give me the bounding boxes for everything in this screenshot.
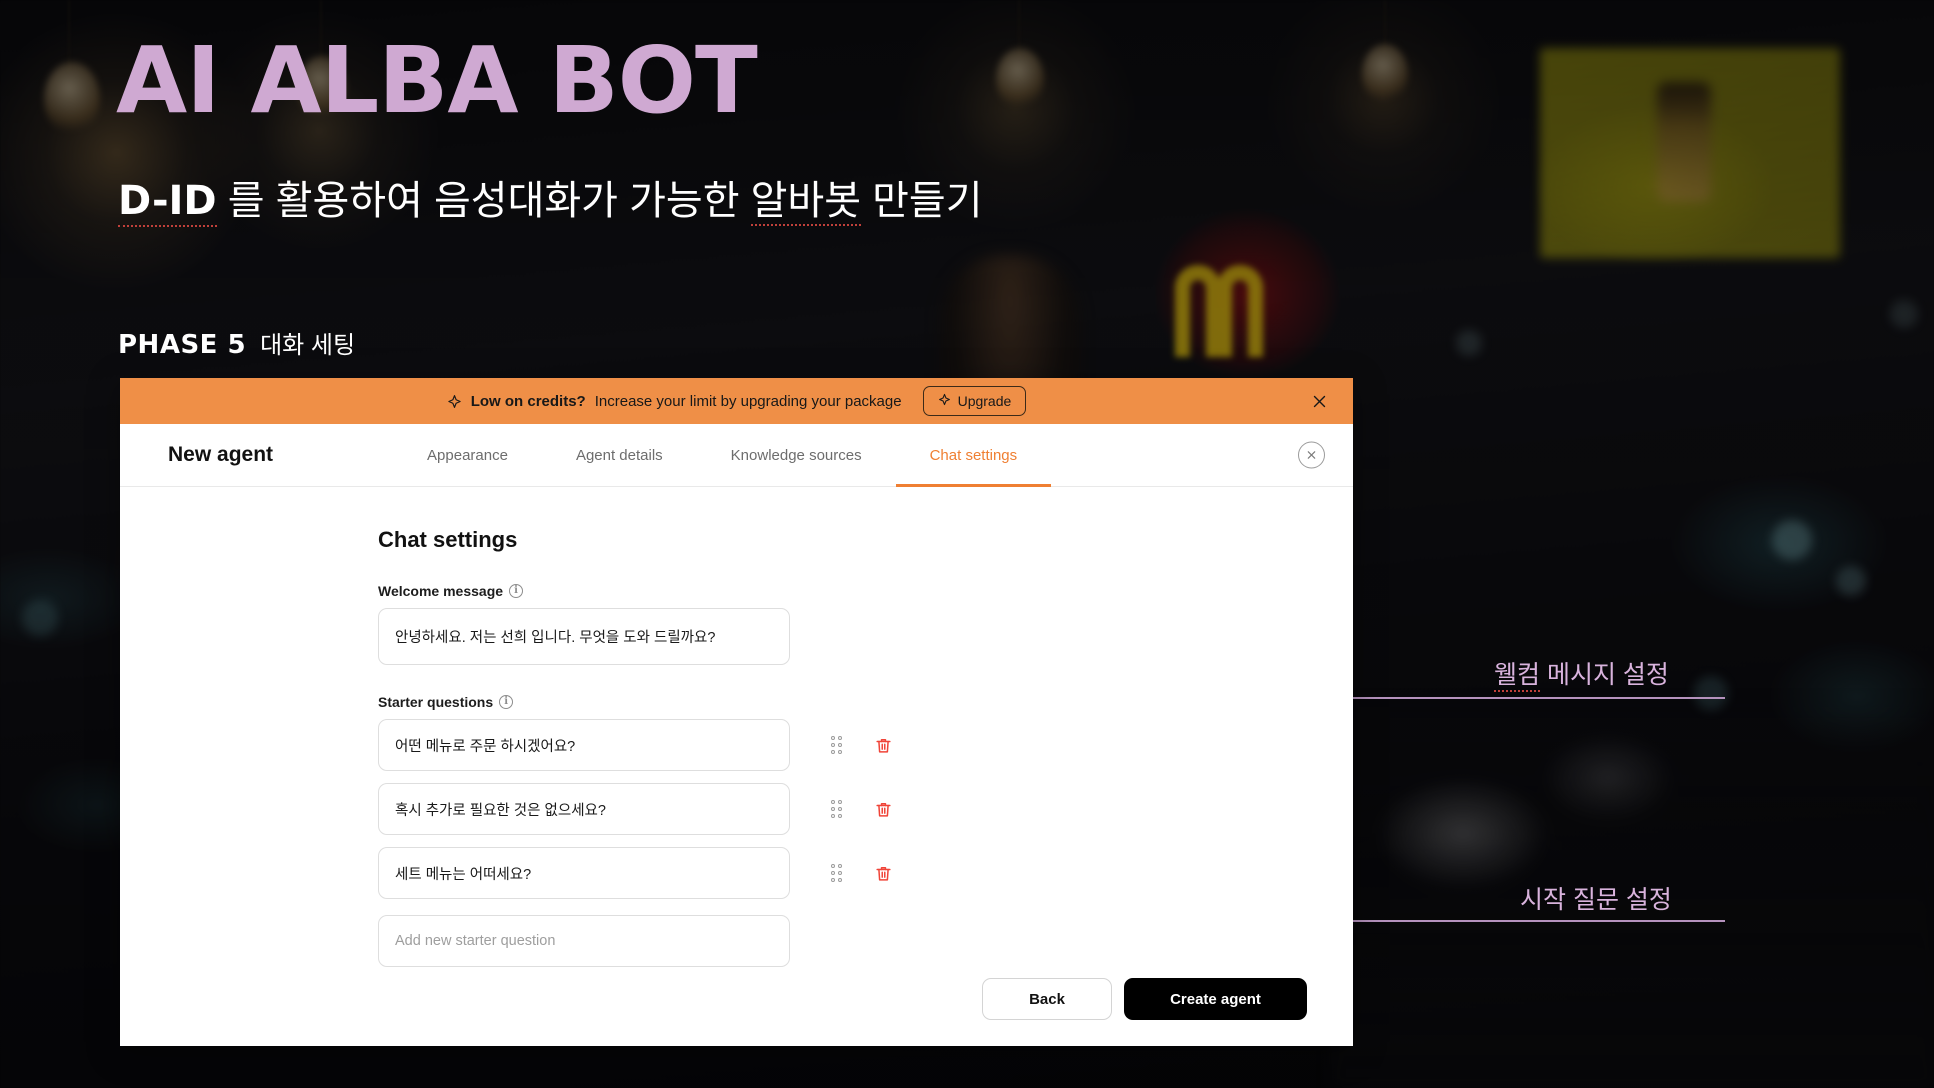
annotation-starter-questions: 시작 질문 설정 xyxy=(1520,880,1672,916)
welcome-message-value: 안녕하세요. 저는 선희 입니다. 무엇을 도와 드릴까요? xyxy=(395,630,716,646)
drag-handle-icon[interactable] xyxy=(814,736,858,754)
add-starter-question-row: Add new starter question xyxy=(378,915,1098,967)
back-button[interactable]: Back xyxy=(982,978,1112,1020)
info-icon[interactable]: i xyxy=(509,584,524,598)
upgrade-button[interactable]: Upgrade xyxy=(922,386,1027,416)
starter-question-value: 세트 메뉴는 어떠세요? xyxy=(395,866,532,883)
tab-agent-details-label: Agent details xyxy=(575,446,663,464)
phase-line: PHASE 5 대화 세팅 xyxy=(118,325,355,360)
trash-icon[interactable] xyxy=(866,864,900,883)
drag-handle-icon[interactable] xyxy=(814,864,858,882)
tab-list: Appearance Agent details Knowledge sourc… xyxy=(393,424,1052,487)
create-agent-button[interactable]: Create agent xyxy=(1124,978,1307,1020)
modal-tabbar: New agent Appearance Agent details Knowl… xyxy=(120,424,1353,487)
starter-question-row: 어떤 메뉴로 주문 하시겠어요? xyxy=(378,719,1098,771)
sparkle-icon xyxy=(938,393,951,409)
annotation-welcome-message: 웰컴 메시지 설정 xyxy=(1494,655,1669,692)
tab-appearance-label: Appearance xyxy=(427,446,508,464)
slide-stage: AI ALBA BOT D-ID 를 활용하여 음성대화가 가능한 알바봇 만들… xyxy=(0,0,1934,1088)
drag-handle-icon[interactable] xyxy=(814,800,858,818)
banner-close-icon[interactable] xyxy=(1307,389,1331,413)
credits-banner-strong: Low on credits? xyxy=(470,392,586,410)
phase-label: PHASE 5 xyxy=(118,330,247,360)
annotation-starter-rest: 시작 질문 설정 xyxy=(1520,886,1672,914)
welcome-message-label-text: Welcome message xyxy=(378,583,504,599)
annotation-welcome-prefix: 웰컴 xyxy=(1494,661,1541,692)
slide-subtitle-highlight: 알바봇 xyxy=(750,179,862,226)
slide-subtitle-part1: 를 활용하여 음성대화가 가능한 xyxy=(216,179,751,223)
tab-knowledge-sources[interactable]: Knowledge sources xyxy=(697,424,896,486)
welcome-message-label: Welcome message i xyxy=(378,583,1098,599)
starter-question-value: 혹시 추가로 필요한 것은 없으세요? xyxy=(395,802,606,819)
slide-subtitle-part2: 만들기 xyxy=(861,179,983,223)
phase-name: 대화 세팅 xyxy=(260,332,356,359)
tab-appearance[interactable]: Appearance xyxy=(393,424,542,486)
starter-questions-label-text: Starter questions xyxy=(378,694,494,710)
tab-chat-settings[interactable]: Chat settings xyxy=(895,424,1052,487)
tab-knowledge-sources-label: Knowledge sources xyxy=(730,446,862,464)
slide-subtitle-brand: D-ID xyxy=(118,178,217,227)
new-agent-modal: Low on credits? Increase your limit by u… xyxy=(120,378,1353,1046)
starter-question-input[interactable]: 혹시 추가로 필요한 것은 없으세요? xyxy=(378,783,790,835)
starter-questions-label: Starter questions i xyxy=(378,694,1098,710)
chat-settings-content: Chat settings Welcome message i 안녕하세요. 저… xyxy=(378,527,1098,967)
starter-question-input[interactable]: 세트 메뉴는 어떠세요? xyxy=(378,847,790,899)
agent-name-title: New agent xyxy=(168,443,274,466)
tab-chat-settings-label: Chat settings xyxy=(929,446,1018,464)
starter-question-row: 세트 메뉴는 어떠세요? xyxy=(378,847,1098,899)
info-icon[interactable]: i xyxy=(499,695,514,709)
modal-body: Chat settings Welcome message i 안녕하세요. 저… xyxy=(120,487,1353,1046)
starter-questions-list: 어떤 메뉴로 주문 하시겠어요? 혹시 추가로 필요한 것은 없으세요? 세트 … xyxy=(378,719,1098,967)
credits-banner-content: Low on credits? Increase your limit by u… xyxy=(447,386,1027,416)
slide-title: AI ALBA BOT xyxy=(116,27,758,134)
starter-question-input[interactable]: 어떤 메뉴로 주문 하시겠어요? xyxy=(378,719,790,771)
upgrade-button-label: Upgrade xyxy=(957,393,1012,409)
close-circle-icon[interactable] xyxy=(1298,441,1325,469)
slide-subtitle: D-ID 를 활용하여 음성대화가 가능한 알바봇 만들기 xyxy=(118,178,983,227)
annotation-welcome-rest: 메시지 설정 xyxy=(1540,661,1669,689)
low-credits-banner: Low on credits? Increase your limit by u… xyxy=(120,378,1353,424)
credits-banner-text: Increase your limit by upgrading your pa… xyxy=(594,392,902,410)
welcome-message-input[interactable]: 안녕하세요. 저는 선희 입니다. 무엇을 도와 드릴까요? xyxy=(378,608,790,665)
tab-agent-details[interactable]: Agent details xyxy=(542,424,697,486)
trash-icon[interactable] xyxy=(866,800,900,819)
starter-question-row: 혹시 추가로 필요한 것은 없으세요? xyxy=(378,783,1098,835)
modal-footer: Back Create agent xyxy=(982,978,1307,1020)
sparkle-icon xyxy=(447,394,462,409)
trash-icon[interactable] xyxy=(866,736,900,755)
add-starter-question-placeholder: Add new starter question xyxy=(395,933,556,949)
add-starter-question-input[interactable]: Add new starter question xyxy=(378,915,790,967)
starter-question-value: 어떤 메뉴로 주문 하시겠어요? xyxy=(395,738,576,755)
page-title: Chat settings xyxy=(378,527,518,552)
